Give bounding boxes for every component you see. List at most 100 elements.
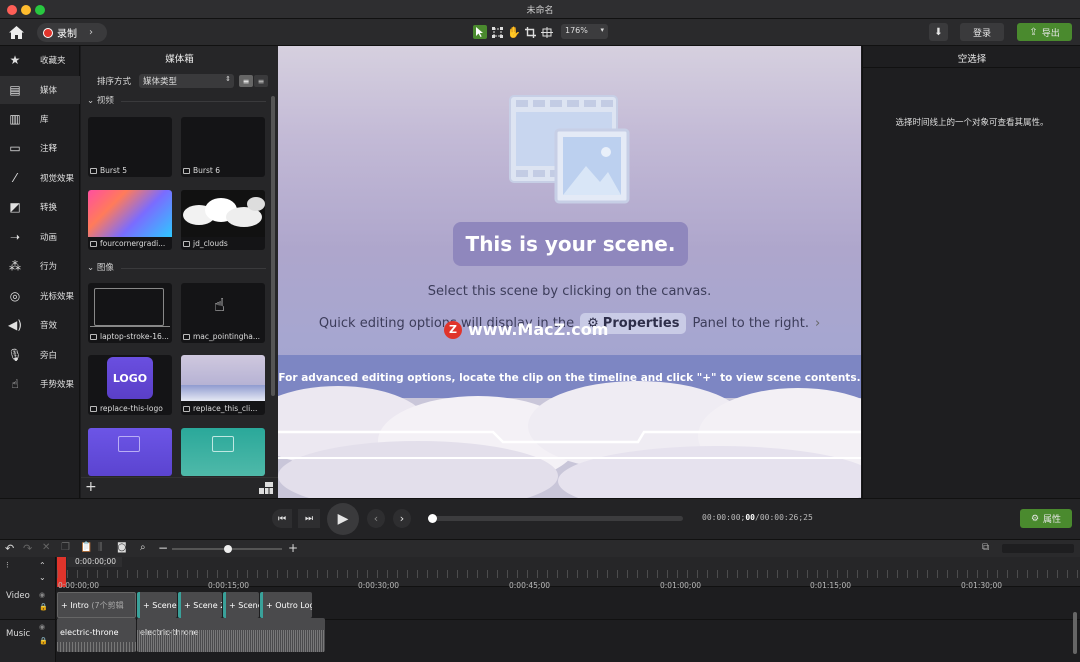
redo-button[interactable]: ↷ [23,542,32,555]
eye-icon[interactable]: ◉ [39,623,45,631]
scrub-knob[interactable] [428,514,437,523]
media-name: Burst 5 [100,166,127,175]
zoom-search-button[interactable]: ⌕ [140,542,146,553]
media-bin-panel: 媒体箱 排序方式 媒体类型 ⇕ ≡ ≡ ⌄ 视频 Burst 5 Burst 6… [81,46,278,498]
timeline-overview[interactable] [1002,544,1074,553]
image-file-icon [183,405,190,412]
sort-descending-button[interactable]: ≡ [254,75,268,87]
split-button[interactable]: ⫼ [98,542,103,553]
copy-button[interactable]: ❐ [61,542,70,553]
section-video-label: 视频 [96,96,114,106]
previous-marker-button[interactable]: ‹ [367,509,385,528]
zoom-select[interactable]: 176% ▾ [561,24,608,39]
sidebar-item-label: 动画 [40,233,58,243]
scrub-track[interactable] [428,514,683,523]
media-item-jd-clouds[interactable]: jd_clouds [181,190,265,250]
timeline-clip[interactable]: electric-throne [137,618,325,652]
expand-tracks-button[interactable]: ⌄ [39,573,46,582]
record-button[interactable]: 录制 › [37,23,107,42]
grid-view-button[interactable] [259,482,273,494]
sidebar-item-transitions[interactable]: ◩ 转换 [0,193,80,221]
media-item-replace-this-logo[interactable]: LOGO replace-this-logo [88,355,172,415]
sidebar-item-gesture-effects[interactable]: ☝ 手势效果 [0,370,80,398]
zoom-out-button[interactable]: − [158,541,168,555]
media-item-fourcornergradient[interactable]: fourcornergradi... [88,190,172,250]
timeline-scrollbar[interactable] [1073,612,1077,654]
media-item-purple-scene[interactable] [88,428,172,476]
properties-button[interactable]: ⚙ 属性 [1020,509,1072,528]
sidebar-item-audio-effects[interactable]: ◀) 音效 [0,311,80,339]
chevron-right-icon: › [814,315,821,331]
sidebar-item-label: 视觉效果 [40,174,75,184]
time-frames: 00 [745,513,755,522]
sidebar-item-animations[interactable]: ➝ 动画 [0,223,80,251]
lock-icon[interactable]: 🔒 [39,603,48,611]
preview-canvas[interactable]: This is your scene. Select this scene by… [278,46,861,498]
snapshot-button[interactable]: ◙ [117,542,127,553]
paste-button[interactable]: 📋 [80,542,92,553]
section-video[interactable]: ⌄ 视频 [87,94,114,106]
collapse-tracks-button[interactable]: ⌃ [39,561,46,570]
media-item-laptop-stroke[interactable]: laptop-stroke-16... [88,283,172,343]
sidebar-item-behaviors[interactable]: ⁂ 行为 [0,252,80,280]
zoom-in-button[interactable]: + [288,541,298,555]
properties-button-label: 属性 [1043,515,1062,525]
sidebar-item-narration[interactable]: 🎙 旁白 [0,341,80,369]
ruler-ticks [57,570,1080,578]
step-forward-icon: ⏭ [304,513,314,524]
eye-icon[interactable]: ◉ [39,591,45,599]
magic-wand-icon: ⁄ [13,171,16,185]
media-item-burst-5[interactable]: Burst 5 [88,117,172,177]
next-marker-button[interactable]: › [393,509,411,528]
sort-select[interactable]: 媒体类型 ⇕ [139,74,234,88]
transform-tool-button[interactable] [490,25,504,39]
pan-tool-button[interactable]: ✋ [507,25,521,39]
timeline-clip[interactable]: + Scene [137,592,177,618]
login-button[interactable]: 登录 [960,23,1004,41]
select-tool-button[interactable] [473,25,487,39]
clouds-preview [181,190,265,237]
detach-timeline-button[interactable]: ⧉ [982,542,989,553]
zoom-slider-knob[interactable] [224,545,232,553]
timeline-clip[interactable]: + Outro Log [260,592,312,618]
play-button[interactable]: ▶ [327,503,359,535]
cut-button[interactable]: ✕ [42,542,50,553]
add-media-button[interactable]: + [85,479,97,495]
plus-icon: + [288,541,299,555]
lock-icon[interactable]: 🔒 [39,637,48,645]
sort-descending-icon: ≡ [257,76,265,86]
crop-tool-button[interactable] [523,25,537,39]
timeline-clip[interactable]: + Intro (7个剪辑 [57,592,136,618]
sidebar-item-label: 旁白 [40,351,58,361]
media-item-teal-scene[interactable] [181,428,265,476]
media-bin-scrollbar[interactable] [271,96,275,396]
scene-line-1: Select this scene by clicking on the can… [427,284,712,299]
fit-tool-button[interactable] [540,25,554,39]
zoom-value: 176% [565,26,588,35]
media-caption: jd_clouds [183,239,228,248]
watermark-badge: Z [444,320,462,339]
sort-ascending-button[interactable]: ≡ [239,75,253,87]
sidebar-item-visual-effects[interactable]: ⁄ 视觉效果 [0,164,80,192]
sidebar-item-label: 光标效果 [40,292,75,302]
next-frame-button[interactable]: ⏭ [298,509,320,528]
timeline-clip[interactable]: + Scene [223,592,259,618]
download-button[interactable]: ⬇ [929,23,948,41]
home-button[interactable] [6,23,26,41]
timeline-clip[interactable]: electric-throne [57,618,136,652]
properties-hint: 选择时间线上的一个对象可查看其属性。 [895,118,1049,128]
media-item-mac-pointinghand[interactable]: ☝ mac_pointingha... [181,283,265,343]
export-button[interactable]: ⇪ 导出 [1017,23,1072,41]
sidebar-item-library[interactable]: ▥ 库 [0,105,80,133]
sidebar-item-annotations[interactable]: ▭ 注释 [0,134,80,162]
zoom-slider[interactable] [172,545,282,553]
sidebar-item-favorites[interactable]: ★ 收藏夹 [0,46,80,74]
timeline-clip[interactable]: + Scene 2 [178,592,222,618]
undo-button[interactable]: ↶ [5,542,14,555]
sidebar-item-media[interactable]: ▤ 媒体 [0,76,80,104]
section-image[interactable]: ⌄ 图像 [87,261,114,273]
step-back-button[interactable]: ⏮ [272,509,292,528]
media-item-burst-6[interactable]: Burst 6 [181,117,265,177]
media-item-replace-this-clip[interactable]: replace_this_cli... [181,355,265,415]
sidebar-item-cursor-effects[interactable]: ◎ 光标效果 [0,282,80,310]
